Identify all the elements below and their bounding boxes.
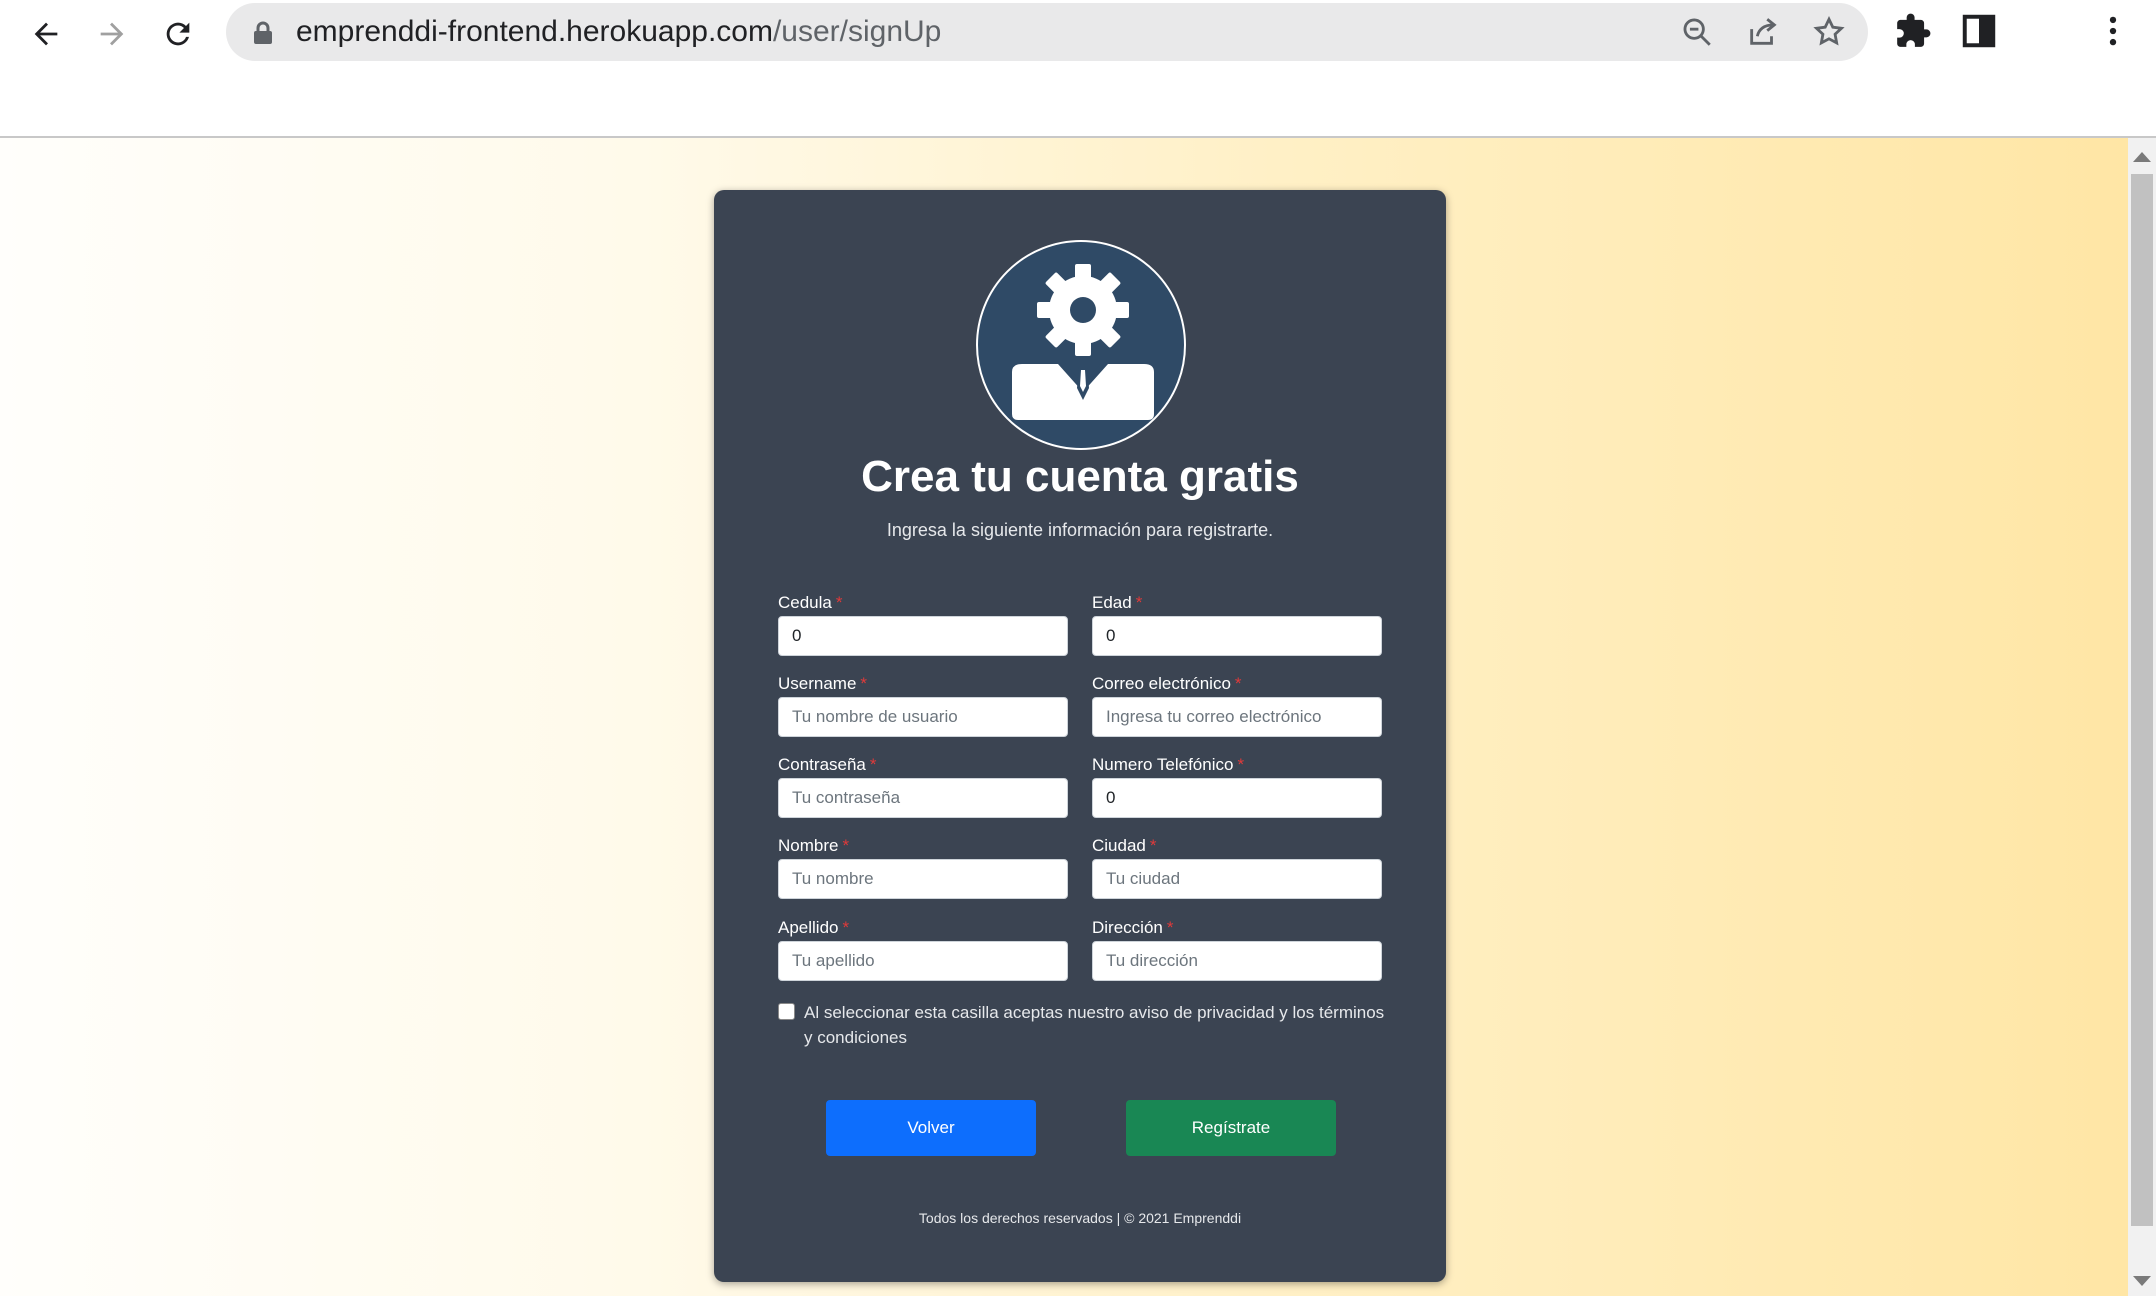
scroll-thumb[interactable] — [2131, 174, 2153, 1226]
forward-arrow-icon[interactable] — [88, 10, 136, 58]
page-title: Crea tu cuenta gratis — [861, 452, 1299, 501]
scroll-down-icon[interactable] — [2133, 1276, 2151, 1286]
field-label: Nombre * — [778, 836, 850, 855]
scroll-up-icon[interactable] — [2133, 152, 2151, 162]
username-input[interactable]: Tu nombre de usuario — [778, 697, 1068, 737]
nombre-input[interactable]: Tu nombre — [778, 859, 1068, 899]
field-phone: Numero Telefónico * 0 — [1092, 754, 1382, 818]
direccion-input[interactable]: Tu dirección — [1092, 941, 1382, 981]
page-viewport: Crea tu cuenta gratis Ingresa la siguien… — [0, 138, 2128, 1296]
sidepanel-icon[interactable] — [1960, 12, 1998, 50]
field-label: Numero Telefónico * — [1092, 755, 1245, 774]
signup-card: Crea tu cuenta gratis Ingresa la siguien… — [714, 190, 1446, 1282]
field-email: Correo electrónico * Ingresa tu correo el… — [1092, 673, 1382, 737]
field-label: Contraseña * — [778, 755, 877, 774]
field-label: Dirección * — [1092, 918, 1174, 937]
apellido-input[interactable]: Tu apellido — [778, 941, 1068, 981]
ciudad-input[interactable]: Tu ciudad — [1092, 859, 1382, 899]
email-input[interactable]: Ingresa tu correo electrónico — [1092, 697, 1382, 737]
address-bar[interactable]: emprenddi-frontend.herokuapp.com/user/si… — [226, 3, 1868, 61]
terms-label: Al seleccionar esta casilla aceptas nues… — [804, 1003, 1385, 1047]
field-label: Edad * — [1092, 593, 1143, 612]
share-icon[interactable] — [1746, 15, 1780, 49]
businessman-gear-icon — [976, 240, 1186, 450]
field-label: Correo electrónico * — [1092, 674, 1242, 693]
edad-input[interactable]: 0 — [1092, 616, 1382, 656]
url-path: /user/signUp — [772, 15, 942, 48]
phone-input[interactable]: 0 — [1092, 778, 1382, 818]
terms-checkbox[interactable] — [778, 1003, 795, 1020]
field-apellido: Apellido * Tu apellido — [778, 917, 1068, 981]
field-username: Username * Tu nombre de usuario — [778, 673, 1068, 737]
vertical-scrollbar[interactable] — [2128, 138, 2156, 1296]
field-label: Apellido * — [778, 918, 850, 937]
field-direccion: Dirección * Tu dirección — [1092, 917, 1382, 981]
reload-icon[interactable] — [154, 10, 202, 58]
cedula-input[interactable]: 0 — [778, 616, 1068, 656]
password-input[interactable]: Tu contraseña — [778, 778, 1068, 818]
zoom-icon[interactable] — [1680, 15, 1714, 49]
lock-icon — [254, 21, 272, 44]
back-button[interactable]: Volver — [826, 1100, 1036, 1156]
menu-dots-icon[interactable] — [2094, 12, 2132, 50]
browser-toolbar: emprenddi-frontend.herokuapp.com/user/si… — [0, 0, 2156, 138]
register-button[interactable]: Regístrate — [1126, 1100, 1336, 1156]
terms-consent: Al seleccionar esta casilla aceptas nues… — [778, 1000, 1388, 1050]
field-label: Ciudad * — [1092, 836, 1157, 855]
back-arrow-icon[interactable] — [22, 10, 70, 58]
field-ciudad: Ciudad * Tu ciudad — [1092, 835, 1382, 899]
field-nombre: Nombre * Tu nombre — [778, 835, 1068, 899]
field-label: Cedula * — [778, 593, 843, 612]
footer-text: Todos los derechos reservados | © 2021 E… — [918, 1210, 1242, 1226]
field-cedula: Cedula * 0 — [778, 592, 1068, 656]
field-edad: Edad * 0 — [1092, 592, 1382, 656]
star-icon[interactable] — [1812, 15, 1846, 49]
url-host: emprenddi-frontend.herokuapp.com — [296, 15, 773, 48]
url-text: emprenddi-frontend.herokuapp.com/user/si… — [296, 3, 941, 61]
field-label: Username * — [778, 674, 868, 693]
extensions-icon[interactable] — [1894, 12, 1932, 50]
page-subtitle: Ingresa la siguiente información para re… — [886, 520, 1274, 540]
field-password: Contraseña * Tu contraseña — [778, 754, 1068, 818]
